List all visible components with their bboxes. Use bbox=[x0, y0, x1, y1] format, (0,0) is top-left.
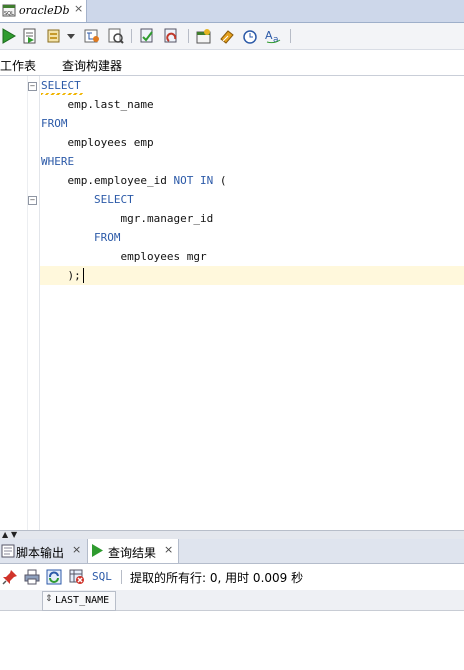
sql-identifier: ); bbox=[67, 269, 81, 282]
pin-icon[interactable] bbox=[2, 569, 18, 585]
sql-keyword: SELECT bbox=[93, 193, 134, 206]
dropdown-arrow-icon[interactable] bbox=[66, 28, 76, 44]
format-icon[interactable]: Aa bbox=[265, 28, 283, 44]
rollback-icon[interactable] bbox=[163, 28, 179, 44]
script-output-icon bbox=[1, 544, 15, 558]
toolbar-separator bbox=[121, 570, 122, 584]
sql-link[interactable]: SQL bbox=[92, 570, 112, 583]
close-tab-icon[interactable]: × bbox=[74, 2, 83, 15]
commit-icon[interactable] bbox=[46, 28, 62, 44]
tab-query-builder[interactable]: 查询构建器 bbox=[62, 57, 122, 74]
sql-punctuation: ( bbox=[213, 174, 227, 187]
sort-icon[interactable]: ⇕ bbox=[45, 594, 53, 604]
history-icon[interactable] bbox=[242, 28, 258, 44]
worksheet-subtabs: 工作表 查询构建器 bbox=[0, 53, 464, 76]
code-line: FROM bbox=[41, 114, 68, 133]
sql-identifier: emp.employee_id bbox=[67, 174, 174, 187]
sql-identifier: emp.last_name bbox=[67, 98, 154, 111]
eraser-icon[interactable] bbox=[219, 28, 235, 44]
code-line: employees emp bbox=[41, 133, 154, 152]
code-line: WHERE bbox=[41, 152, 74, 171]
cancel-query-icon[interactable] bbox=[69, 569, 85, 585]
column-header-last-name[interactable]: ⇕ LAST_NAME bbox=[42, 591, 116, 611]
close-tab-icon[interactable]: × bbox=[164, 543, 173, 556]
splitter-down-arrow-icon[interactable]: ▼ bbox=[11, 530, 17, 539]
document-tab-oracledb[interactable]: SQL oracleDb × bbox=[0, 0, 87, 22]
sql-identifier: mgr.manager_id bbox=[120, 212, 214, 225]
code-line: emp.employee_id NOT IN ( bbox=[41, 171, 227, 190]
toolbar-separator bbox=[188, 29, 189, 43]
commit-check-icon[interactable] bbox=[139, 28, 155, 44]
sql-identifier: employees mgr bbox=[120, 250, 207, 263]
print-icon[interactable] bbox=[24, 569, 40, 585]
output-tabs: 脚本输出 × 查询结果 × bbox=[0, 539, 464, 564]
code-line: mgr.manager_id bbox=[41, 209, 213, 228]
spelling-underline bbox=[41, 93, 83, 95]
toolbar-separator bbox=[131, 29, 132, 43]
editor-margin-line bbox=[27, 76, 28, 530]
tab-script-output-label: 脚本输出 bbox=[16, 546, 65, 560]
sql-keyword: FROM bbox=[93, 231, 121, 244]
column-header-label: LAST_NAME bbox=[55, 595, 110, 606]
run-script-icon[interactable] bbox=[22, 28, 38, 44]
sql-keyword: SELECT bbox=[41, 79, 81, 92]
sql-keyword: WHERE bbox=[41, 155, 75, 168]
code-line: FROM bbox=[41, 228, 121, 247]
svg-text:A: A bbox=[265, 29, 273, 42]
tab-worksheet[interactable]: 工作表 bbox=[0, 57, 36, 74]
run-result-icon bbox=[92, 544, 103, 557]
fold-collapse-icon[interactable]: − bbox=[28, 196, 37, 205]
sql-worksheet-icon: SQL bbox=[2, 4, 16, 17]
code-line: emp.last_name bbox=[41, 95, 154, 114]
splitter-up-arrow-icon[interactable]: ▲ bbox=[2, 530, 8, 539]
code-line: employees mgr bbox=[41, 247, 207, 266]
tab-query-result-label: 查询结果 bbox=[108, 546, 157, 560]
explain-plan-icon[interactable] bbox=[84, 28, 100, 44]
autotrace-icon[interactable] bbox=[108, 28, 124, 44]
toolbar-separator bbox=[290, 29, 291, 43]
text-caret bbox=[83, 268, 84, 283]
editor-gutter-border bbox=[39, 76, 40, 530]
tab-query-result[interactable]: 查询结果 × bbox=[87, 539, 179, 563]
current-line-highlight bbox=[40, 266, 464, 285]
tab-script-output[interactable]: 脚本输出 × bbox=[0, 539, 86, 563]
sql-keyword: FROM bbox=[41, 117, 68, 130]
code-line: SELECT bbox=[41, 190, 134, 209]
refresh-icon[interactable] bbox=[46, 569, 62, 585]
sql-keyword: NOT IN bbox=[173, 174, 214, 187]
svg-text:SQL: SQL bbox=[4, 11, 14, 17]
fetch-status-text: 提取的所有行: 0, 用时 0.009 秒 bbox=[130, 571, 304, 585]
close-tab-icon[interactable]: × bbox=[72, 543, 81, 556]
document-tab-title: oracleDb bbox=[19, 4, 70, 17]
run-statement-icon[interactable] bbox=[1, 28, 17, 44]
fold-collapse-icon[interactable]: − bbox=[28, 82, 37, 91]
sql-identifier: employees emp bbox=[67, 136, 154, 149]
code-line: ); bbox=[41, 266, 81, 285]
sql-tuning-icon[interactable] bbox=[196, 28, 212, 44]
worksheet-toolbar: Aa bbox=[0, 23, 464, 50]
